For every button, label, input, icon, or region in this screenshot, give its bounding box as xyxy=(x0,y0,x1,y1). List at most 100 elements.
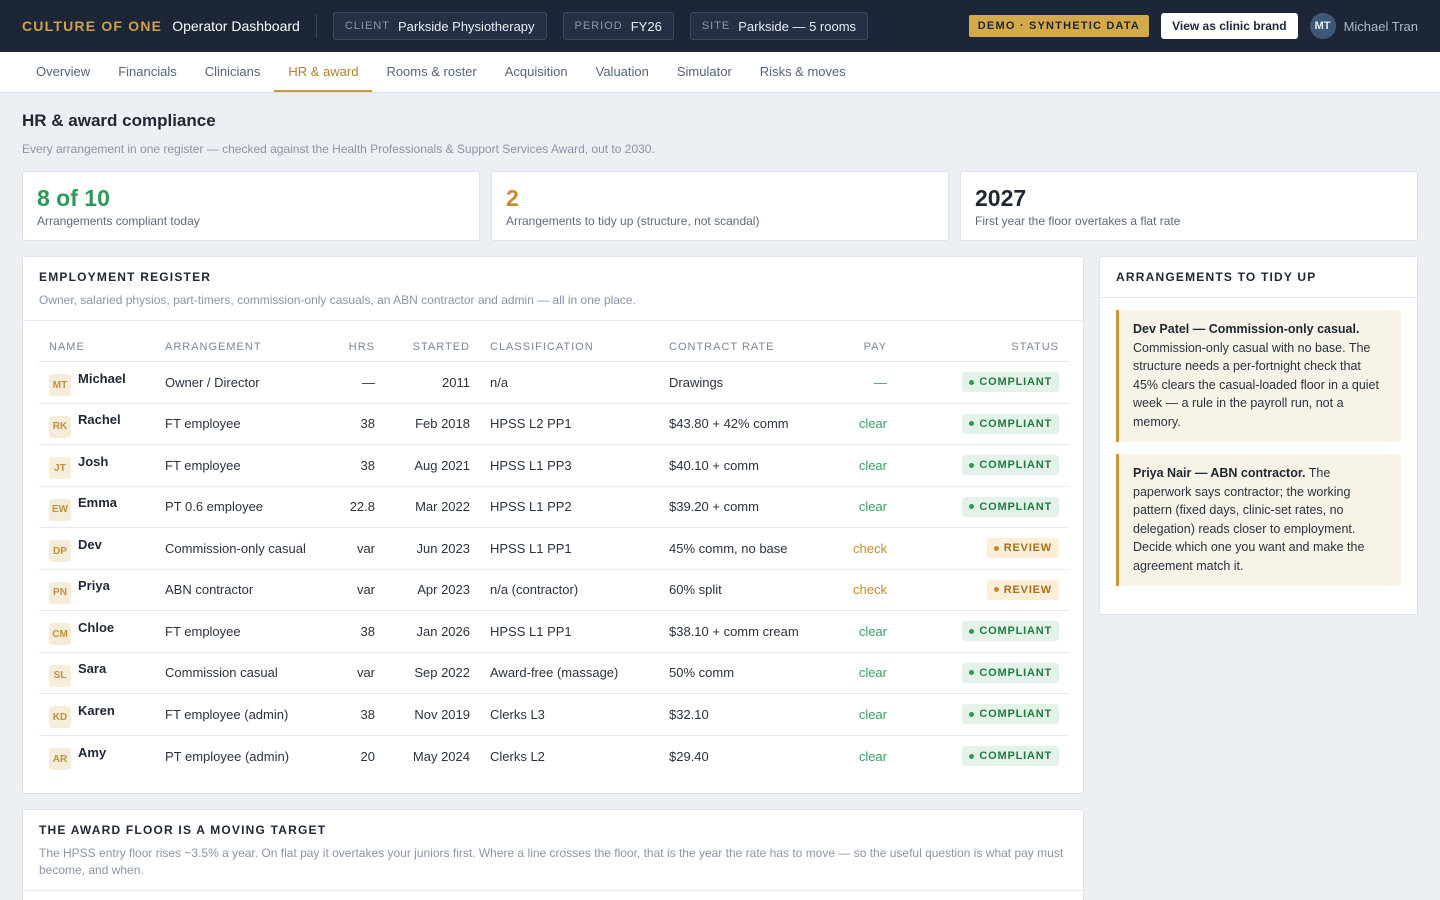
user-name[interactable]: Michael Tran xyxy=(1344,19,1418,34)
pay-cell: clear xyxy=(809,610,897,653)
employee-name[interactable]: Priya xyxy=(78,578,110,593)
employee-name[interactable]: Amy xyxy=(78,745,106,760)
classification-cell: HPSS L1 PP1 xyxy=(480,527,659,570)
table-row[interactable]: JT Josh FT employee 38 Aug 2021 HPSS L1 PP3 $4… xyxy=(39,444,1069,487)
col-name[interactable]: NAME xyxy=(39,333,155,362)
arrangement-cell: PT employee (admin) xyxy=(165,748,290,764)
floor-title: THE AWARD FLOOR IS A MOVING TARGET xyxy=(39,822,327,837)
classification-cell: HPSS L1 PP2 xyxy=(480,486,659,528)
tab-clinicians[interactable]: Clinicians xyxy=(191,52,275,92)
contract-rate-cell: $39.20 + comm xyxy=(659,486,809,528)
tab-simulator[interactable]: Simulator xyxy=(663,52,746,92)
tab-hr-award[interactable]: HR & award xyxy=(274,52,373,92)
tidy-up-card: ARRANGEMENTS TO TIDY UP Dev Patel — Comm… xyxy=(1099,256,1418,615)
status-badge: COMPLIANT xyxy=(962,662,1059,683)
hrs-cell: var xyxy=(330,527,385,570)
user-avatar[interactable]: MT xyxy=(1309,13,1336,39)
status-badge: COMPLIANT xyxy=(962,704,1059,725)
main-content: HR & award compliance Every arrangement … xyxy=(0,93,1440,900)
status-dot-icon xyxy=(969,379,975,385)
status-badge: REVIEW xyxy=(986,538,1059,559)
client-selector[interactable]: CLIENT Parkside Physiotherapy xyxy=(332,12,547,40)
employee-name[interactable]: Michael xyxy=(78,371,126,386)
avatar: AR xyxy=(49,748,71,770)
status-cell: COMPLIANT xyxy=(897,735,1069,777)
employee-name[interactable]: Josh xyxy=(78,454,108,469)
contract-rate-cell: $32.10 xyxy=(659,693,809,736)
status-dot-icon xyxy=(969,670,975,676)
name-cell: CM Chloe xyxy=(39,610,155,653)
status-badge: COMPLIANT xyxy=(962,746,1059,766)
status-cell: COMPLIANT xyxy=(897,486,1069,528)
table-row[interactable]: CM Chloe FT employee 38 Jan 2026 HPSS L1 PP1 $… xyxy=(39,610,1069,653)
kpi-tidy: 2 Arrangements to tidy up (structure, no… xyxy=(491,171,949,241)
status-label: REVIEW xyxy=(1003,542,1052,555)
col-hrs[interactable]: HRS xyxy=(330,333,385,362)
col-classification[interactable]: CLASSIFICATION xyxy=(480,333,659,362)
demo-badge: DEMO · SYNTHETIC DATA xyxy=(968,15,1150,37)
status-badge: COMPLIANT xyxy=(962,496,1059,517)
name-cell: EW Emma xyxy=(39,486,155,528)
avatar: MT xyxy=(49,374,71,397)
employee-name[interactable]: Chloe xyxy=(78,620,114,635)
status-label: COMPLIANT xyxy=(979,708,1052,721)
status-cell: REVIEW xyxy=(897,527,1069,570)
started-cell: Apr 2023 xyxy=(385,569,480,611)
table-row[interactable]: DP Dev Commission-only casual var Jun 2023 HP… xyxy=(39,527,1069,570)
status-badge: COMPLIANT xyxy=(962,413,1059,434)
tab-valuation[interactable]: Valuation xyxy=(582,52,663,92)
pay-cell: clear xyxy=(809,693,897,736)
status-label: COMPLIANT xyxy=(979,376,1052,389)
tab-overview[interactable]: Overview xyxy=(22,52,104,92)
employee-name[interactable]: Rachel xyxy=(78,412,121,427)
classification-cell: HPSS L1 PP1 xyxy=(480,610,659,653)
status-label: COMPLIANT xyxy=(979,625,1052,638)
tidy-note-priya: Priya Nair — ABN contractor. The paperwo… xyxy=(1116,454,1401,586)
nav-tabs: Overview Financials Clinicians HR & awar… xyxy=(0,52,1440,93)
table-row[interactable]: AR Amy PT employee (admin) 20 May 2024 Clerks… xyxy=(39,735,1069,777)
col-arrangement[interactable]: ARRANGEMENT xyxy=(155,333,330,362)
period-selector[interactable]: PERIOD FY26 xyxy=(562,12,674,40)
table-row[interactable]: MT Michael Owner / Director —2011 n/a Drawing… xyxy=(39,361,1069,404)
status-cell: REVIEW xyxy=(897,569,1069,611)
status-dot-icon xyxy=(969,462,975,468)
col-pay[interactable]: PAY xyxy=(809,333,897,362)
table-row[interactable]: PN Priya ABN contractor var Apr 2023 n/a (con… xyxy=(39,569,1069,611)
employee-name[interactable]: Karen xyxy=(78,703,115,718)
table-row[interactable]: RK Rachel FT employee 38 Feb 2018 HPSS L2 PP1… xyxy=(39,403,1069,445)
kpi-tidy-value: 2 xyxy=(506,185,519,211)
table-row[interactable]: KD Karen FT employee (admin) 38 Nov 2019 Cler… xyxy=(39,693,1069,736)
register-title: EMPLOYMENT REGISTER xyxy=(39,270,212,284)
status-dot-icon xyxy=(969,753,975,759)
table-row[interactable]: SL Sara Commission casual var Sep 2022 Award-… xyxy=(39,652,1069,694)
avatar: KD xyxy=(49,706,71,729)
started-cell: Feb 2018 xyxy=(385,403,480,445)
tab-rooms-roster[interactable]: Rooms & roster xyxy=(372,52,490,92)
avatar: CM xyxy=(49,623,71,646)
classification-cell: HPSS L2 PP1 xyxy=(480,403,659,445)
kpi-compliant-label: Arrangements compliant today xyxy=(37,214,200,228)
employee-name[interactable]: Dev xyxy=(78,537,102,552)
kpi-tidy-label: Arrangements to tidy up (structure, not … xyxy=(506,214,760,228)
classification-cell: HPSS L1 PP3 xyxy=(480,444,659,487)
pay-cell: clear xyxy=(809,403,897,445)
table-row[interactable]: EW Emma PT 0.6 employee 22.8 Mar 2022 HPSS L1… xyxy=(39,486,1069,528)
avatar: PN xyxy=(49,581,71,604)
contract-rate-cell: Drawings xyxy=(659,361,809,404)
tab-financials[interactable]: Financials xyxy=(104,52,191,92)
employee-name[interactable]: Sara xyxy=(78,661,106,676)
contract-rate-cell: $38.10 + comm cream xyxy=(659,610,809,653)
tab-risks-moves[interactable]: Risks & moves xyxy=(746,52,860,92)
status-cell: COMPLIANT xyxy=(897,444,1069,487)
tab-acquisition[interactable]: Acquisition xyxy=(491,52,582,92)
brand-logo[interactable]: CULTURE OF ONE xyxy=(22,18,162,34)
name-cell: AR Amy xyxy=(39,735,155,777)
contract-rate-cell: 50% comm xyxy=(659,652,809,694)
col-status[interactable]: STATUS xyxy=(897,333,1069,362)
arrangement-cell: Commission casual xyxy=(155,652,330,694)
employee-name[interactable]: Emma xyxy=(78,495,117,510)
site-selector[interactable]: SITE Parkside — 5 rooms xyxy=(689,12,869,40)
col-contract-rate[interactable]: CONTRACT RATE xyxy=(659,333,809,362)
view-as-clinic-brand-button[interactable]: View as clinic brand xyxy=(1161,13,1298,39)
col-started[interactable]: STARTED xyxy=(385,333,480,362)
